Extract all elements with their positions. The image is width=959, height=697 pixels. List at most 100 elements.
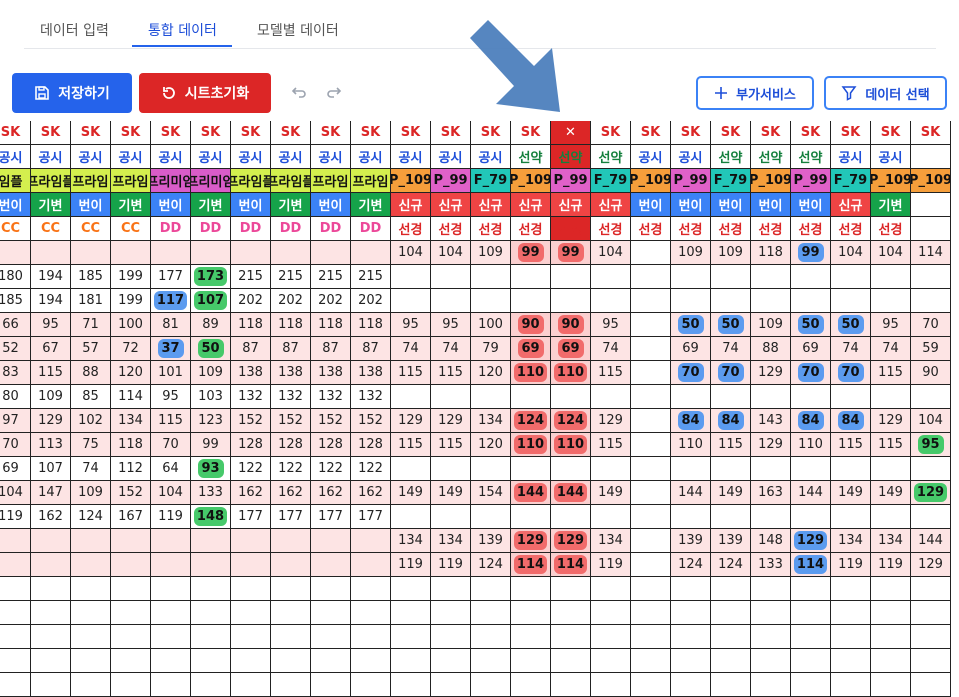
data-cell[interactable]: 152	[111, 481, 151, 505]
data-cell[interactable]: 115	[711, 433, 751, 457]
grade-header-cell[interactable]: 선경	[551, 217, 591, 241]
data-cell[interactable]: 118	[111, 433, 151, 457]
data-cell[interactable]: 104	[391, 241, 431, 265]
data-cell[interactable]: 202	[231, 289, 271, 313]
plan-header-cell[interactable]: 프라임플	[31, 169, 71, 193]
data-cell[interactable]	[391, 505, 431, 529]
data-cell[interactable]	[511, 385, 551, 409]
data-cell[interactable]: 132	[231, 385, 271, 409]
data-cell[interactable]	[71, 673, 111, 697]
data-cell[interactable]: 144	[671, 481, 711, 505]
data-cell[interactable]	[911, 577, 951, 601]
data-cell[interactable]	[631, 529, 671, 553]
join-type-header-cell[interactable]: 기변	[351, 193, 391, 217]
data-cell[interactable]	[631, 385, 671, 409]
carrier-header-cell[interactable]: SK	[191, 121, 231, 145]
data-cell[interactable]	[631, 577, 671, 601]
data-cell[interactable]: 74	[71, 457, 111, 481]
data-cell[interactable]	[711, 625, 751, 649]
data-cell[interactable]	[831, 673, 871, 697]
data-cell[interactable]: 215	[311, 265, 351, 289]
data-cell[interactable]	[551, 625, 591, 649]
data-cell[interactable]	[671, 673, 711, 697]
data-cell[interactable]: 215	[231, 265, 271, 289]
data-cell[interactable]	[871, 457, 911, 481]
offer-type-header-cell[interactable]: 공시	[311, 145, 351, 169]
data-cell[interactable]: 129	[791, 529, 831, 553]
data-cell[interactable]	[671, 385, 711, 409]
data-cell[interactable]: 81	[151, 313, 191, 337]
data-cell[interactable]: 138	[271, 361, 311, 385]
data-cell[interactable]: 115	[391, 433, 431, 457]
data-cell[interactable]	[151, 553, 191, 577]
data-cell[interactable]: 74	[831, 337, 871, 361]
data-cell[interactable]: 173	[191, 265, 231, 289]
data-cell[interactable]	[631, 289, 671, 313]
data-cell[interactable]: 84	[711, 409, 751, 433]
data-cell[interactable]: 50	[711, 313, 751, 337]
offer-type-header-cell[interactable]: 선약	[511, 145, 551, 169]
data-cell[interactable]: 199	[111, 265, 151, 289]
data-cell[interactable]	[751, 385, 791, 409]
data-cell[interactable]	[871, 601, 911, 625]
data-cell[interactable]	[311, 601, 351, 625]
data-cell[interactable]	[551, 649, 591, 673]
data-cell[interactable]: 84	[831, 409, 871, 433]
data-cell[interactable]	[271, 649, 311, 673]
data-cell[interactable]	[631, 337, 671, 361]
join-type-header-cell[interactable]: 번이	[671, 193, 711, 217]
data-cell[interactable]: 74	[431, 337, 471, 361]
data-cell[interactable]: 109	[191, 361, 231, 385]
grade-header-cell[interactable]: 선경	[671, 217, 711, 241]
data-cell[interactable]	[751, 457, 791, 481]
data-cell[interactable]: 124	[671, 553, 711, 577]
data-cell[interactable]	[711, 649, 751, 673]
data-cell[interactable]	[751, 505, 791, 529]
data-cell[interactable]: 202	[271, 289, 311, 313]
data-cell[interactable]	[551, 601, 591, 625]
data-cell[interactable]	[871, 577, 911, 601]
data-cell[interactable]	[911, 505, 951, 529]
data-cell[interactable]	[791, 625, 831, 649]
data-cell[interactable]: 128	[231, 433, 271, 457]
data-cell[interactable]	[551, 385, 591, 409]
data-cell[interactable]: 112	[111, 457, 151, 481]
data-cell[interactable]: 129	[751, 433, 791, 457]
data-cell[interactable]	[431, 385, 471, 409]
data-cell[interactable]: 107	[31, 457, 71, 481]
data-cell[interactable]: 99	[551, 241, 591, 265]
data-cell[interactable]	[0, 649, 31, 673]
data-cell[interactable]	[471, 673, 511, 697]
offer-type-header-cell[interactable]: 공시	[271, 145, 311, 169]
data-cell[interactable]	[671, 601, 711, 625]
grade-header-cell[interactable]: 선경	[591, 217, 631, 241]
data-cell[interactable]	[631, 673, 671, 697]
data-cell[interactable]: 162	[31, 505, 71, 529]
data-cell[interactable]	[751, 673, 791, 697]
data-cell[interactable]	[631, 433, 671, 457]
undo-icon[interactable]	[288, 83, 308, 103]
data-cell[interactable]	[31, 625, 71, 649]
data-cell[interactable]: 129	[911, 553, 951, 577]
data-cell[interactable]: 119	[831, 553, 871, 577]
data-cell[interactable]	[351, 625, 391, 649]
data-cell[interactable]: 129	[511, 529, 551, 553]
offer-type-header-cell[interactable]: 선약	[551, 145, 591, 169]
data-cell[interactable]	[751, 289, 791, 313]
data-cell[interactable]: 119	[591, 553, 631, 577]
join-type-header-cell[interactable]: 번이	[231, 193, 271, 217]
data-cell[interactable]	[751, 265, 791, 289]
plan-header-cell[interactable]: P_99	[431, 169, 471, 193]
data-cell[interactable]	[151, 625, 191, 649]
data-cell[interactable]: 134	[471, 409, 511, 433]
plan-header-cell[interactable]: P_109	[631, 169, 671, 193]
data-cell[interactable]	[391, 289, 431, 313]
data-cell[interactable]	[711, 601, 751, 625]
join-type-header-cell[interactable]: 번이	[311, 193, 351, 217]
join-type-header-cell[interactable]: 신규	[591, 193, 631, 217]
data-cell[interactable]	[631, 649, 671, 673]
data-cell[interactable]: 88	[71, 361, 111, 385]
grade-header-cell[interactable]: 선경	[871, 217, 911, 241]
data-cell[interactable]: 70	[711, 361, 751, 385]
data-cell[interactable]: 109	[31, 385, 71, 409]
